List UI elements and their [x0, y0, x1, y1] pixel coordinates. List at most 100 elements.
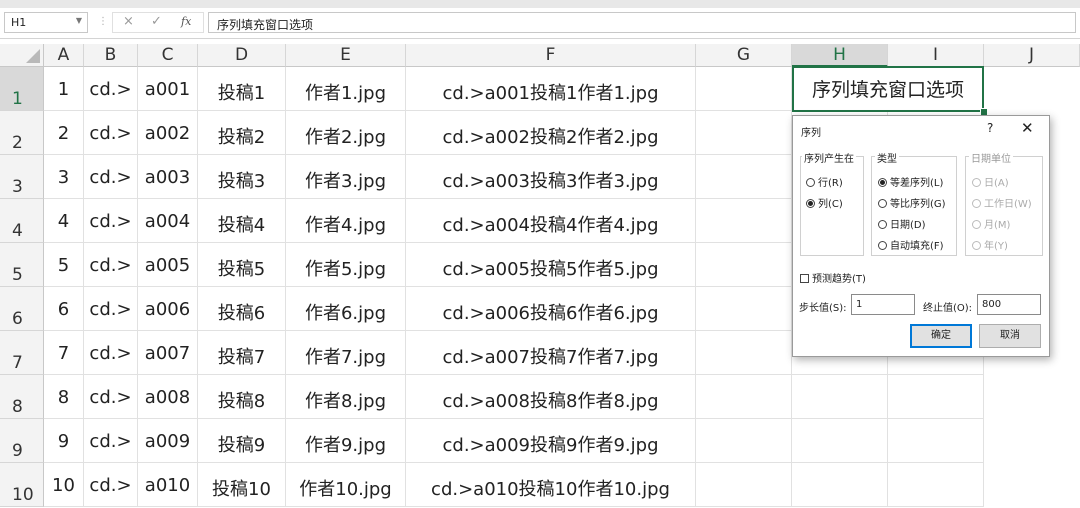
enter-icon[interactable]: ✓ [151, 14, 162, 29]
cell-d5[interactable]: 投稿5 [198, 243, 286, 287]
cell-b2[interactable]: cd.> [84, 111, 138, 155]
row-header[interactable]: 5 [0, 243, 44, 287]
column-header-a[interactable]: A [44, 44, 84, 67]
cell-e3[interactable]: 作者3.jpg [286, 155, 406, 199]
cell-d2[interactable]: 投稿2 [198, 111, 286, 155]
cell-d1[interactable]: 投稿1 [198, 67, 286, 111]
cell-d8[interactable]: 投稿8 [198, 375, 286, 419]
radio-year[interactable]: 年(Y) [972, 237, 1008, 252]
radio-column[interactable]: 列(C) [806, 195, 843, 210]
name-box[interactable]: H1 ▼ [4, 12, 88, 33]
row-header[interactable]: 9 [0, 419, 44, 463]
cell-g6[interactable] [696, 287, 792, 331]
cell-c8[interactable]: a008 [138, 375, 198, 419]
cell-h9[interactable] [792, 419, 888, 463]
cell-c3[interactable]: a003 [138, 155, 198, 199]
cell-g4[interactable] [696, 199, 792, 243]
row-header[interactable]: 10 [0, 463, 44, 507]
cell-f2[interactable]: cd.>a002投稿2作者2.jpg [406, 111, 696, 155]
cell-d10[interactable]: 投稿10 [198, 463, 286, 507]
row-header[interactable]: 8 [0, 375, 44, 419]
cell-e1[interactable]: 作者1.jpg [286, 67, 406, 111]
cell-h8[interactable] [792, 375, 888, 419]
stop-input[interactable]: 800 [977, 294, 1041, 315]
column-header-i[interactable]: I [888, 44, 984, 67]
radio-month[interactable]: 月(M) [972, 216, 1010, 231]
row-header[interactable]: 1 [0, 67, 44, 111]
cell-e5[interactable]: 作者5.jpg [286, 243, 406, 287]
radio-row[interactable]: 行(R) [806, 174, 843, 189]
cell-c9[interactable]: a009 [138, 419, 198, 463]
cell-b6[interactable]: cd.> [84, 287, 138, 331]
row-header[interactable]: 7 [0, 331, 44, 375]
column-header-h[interactable]: H [792, 44, 888, 67]
cell-f6[interactable]: cd.>a006投稿6作者6.jpg [406, 287, 696, 331]
cell-a3[interactable]: 3 [44, 155, 84, 199]
cell-b5[interactable]: cd.> [84, 243, 138, 287]
cell-e7[interactable]: 作者7.jpg [286, 331, 406, 375]
cell-b3[interactable]: cd.> [84, 155, 138, 199]
cell-e6[interactable]: 作者6.jpg [286, 287, 406, 331]
select-all-button[interactable] [0, 44, 44, 67]
help-icon[interactable]: ? [987, 121, 993, 135]
cell-f1[interactable]: cd.>a001投稿1作者1.jpg [406, 67, 696, 111]
row-header[interactable]: 4 [0, 199, 44, 243]
cell-a4[interactable]: 4 [44, 199, 84, 243]
cell-i8[interactable] [888, 375, 984, 419]
trend-checkbox[interactable]: 预测趋势(T) [800, 270, 866, 285]
cell-c6[interactable]: a006 [138, 287, 198, 331]
ok-button[interactable]: 确定 [910, 324, 972, 348]
cancel-icon[interactable]: × [123, 14, 134, 29]
cell-a8[interactable]: 8 [44, 375, 84, 419]
cell-f7[interactable]: cd.>a007投稿7作者7.jpg [406, 331, 696, 375]
cell-i10[interactable] [888, 463, 984, 507]
cell-g7[interactable] [696, 331, 792, 375]
cell-d6[interactable]: 投稿6 [198, 287, 286, 331]
cell-g9[interactable] [696, 419, 792, 463]
cell-d3[interactable]: 投稿3 [198, 155, 286, 199]
cell-a9[interactable]: 9 [44, 419, 84, 463]
formula-input[interactable]: 序列填充窗口选项 [208, 12, 1076, 33]
radio-autofill[interactable]: 自动填充(F) [878, 237, 944, 252]
cell-b8[interactable]: cd.> [84, 375, 138, 419]
cell-e8[interactable]: 作者8.jpg [286, 375, 406, 419]
cell-b7[interactable]: cd.> [84, 331, 138, 375]
row-header[interactable]: 3 [0, 155, 44, 199]
radio-date[interactable]: 日期(D) [878, 216, 926, 231]
radio-day[interactable]: 日(A) [972, 174, 1009, 189]
cell-f4[interactable]: cd.>a004投稿4作者4.jpg [406, 199, 696, 243]
cell-c5[interactable]: a005 [138, 243, 198, 287]
cell-c1[interactable]: a001 [138, 67, 198, 111]
cell-g2[interactable] [696, 111, 792, 155]
step-input[interactable]: 1 [851, 294, 915, 315]
cell-a7[interactable]: 7 [44, 331, 84, 375]
cell-a5[interactable]: 5 [44, 243, 84, 287]
cell-e4[interactable]: 作者4.jpg [286, 199, 406, 243]
row-header[interactable]: 6 [0, 287, 44, 331]
cell-a1[interactable]: 1 [44, 67, 84, 111]
insert-function-icon[interactable]: fx [181, 15, 191, 28]
column-header-e[interactable]: E [286, 44, 406, 67]
cell-g8[interactable] [696, 375, 792, 419]
column-header-c[interactable]: C [138, 44, 198, 67]
cell-d4[interactable]: 投稿4 [198, 199, 286, 243]
cell-b1[interactable]: cd.> [84, 67, 138, 111]
column-header-g[interactable]: G [696, 44, 792, 67]
cell-e10[interactable]: 作者10.jpg [286, 463, 406, 507]
chevron-down-icon[interactable]: ▼ [76, 16, 82, 25]
cell-d9[interactable]: 投稿9 [198, 419, 286, 463]
cancel-button[interactable]: 取消 [979, 324, 1041, 348]
cell-a2[interactable]: 2 [44, 111, 84, 155]
row-header[interactable]: 2 [0, 111, 44, 155]
cell-c4[interactable]: a004 [138, 199, 198, 243]
cell-e9[interactable]: 作者9.jpg [286, 419, 406, 463]
selected-cell-h1[interactable]: 序列填充窗口选项 [792, 66, 984, 112]
cell-g10[interactable] [696, 463, 792, 507]
cell-b4[interactable]: cd.> [84, 199, 138, 243]
cell-f8[interactable]: cd.>a008投稿8作者8.jpg [406, 375, 696, 419]
cell-c2[interactable]: a002 [138, 111, 198, 155]
cell-f10[interactable]: cd.>a010投稿10作者10.jpg [406, 463, 696, 507]
cell-g5[interactable] [696, 243, 792, 287]
cell-c7[interactable]: a007 [138, 331, 198, 375]
column-header-j[interactable]: J [984, 44, 1080, 67]
